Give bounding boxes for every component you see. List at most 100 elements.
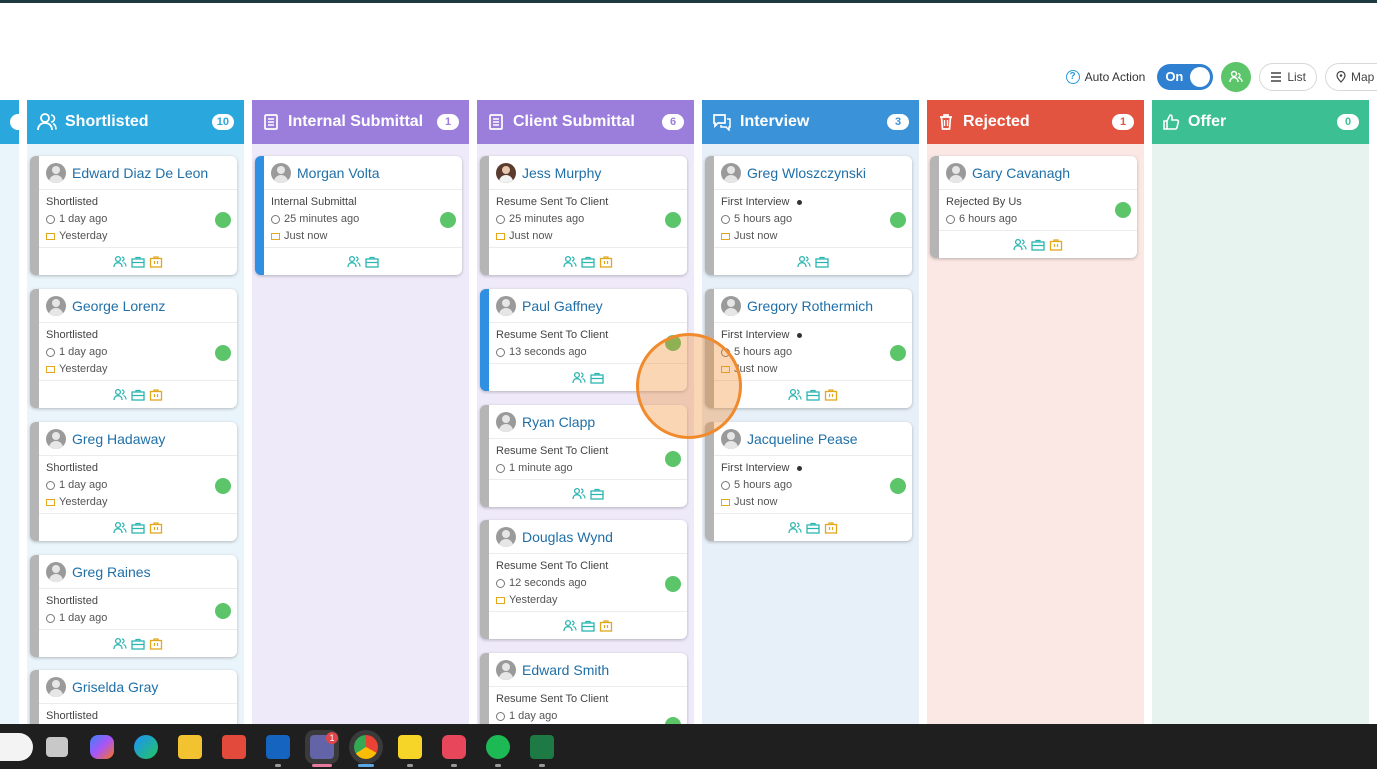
column-offer: Offer 0 bbox=[1152, 100, 1369, 724]
column-count-badge: 1 bbox=[1112, 114, 1134, 130]
briefcase-icon[interactable] bbox=[131, 388, 145, 402]
users-icon[interactable] bbox=[1013, 238, 1027, 252]
avatar bbox=[46, 295, 66, 316]
candidate-card[interactable]: Edward Smith Resume Sent To Client 1 day… bbox=[480, 653, 687, 724]
map-view-button[interactable]: Map bbox=[1325, 63, 1377, 91]
online-status-dot bbox=[890, 478, 906, 494]
candidate-card[interactable]: Douglas Wynd Resume Sent To Client 12 se… bbox=[480, 520, 687, 639]
app-s-icon[interactable] bbox=[222, 735, 246, 759]
candidate-name[interactable]: Gary Cavanagh bbox=[972, 165, 1070, 181]
users-icon[interactable] bbox=[563, 619, 577, 633]
candidate-name[interactable]: Edward Diaz De Leon bbox=[72, 165, 208, 181]
folder-icon[interactable] bbox=[149, 637, 163, 651]
clock-icon bbox=[496, 464, 505, 473]
column-header: Offer 0 bbox=[1152, 100, 1369, 144]
chrome-icon[interactable] bbox=[354, 735, 378, 759]
edge-browser-icon[interactable] bbox=[134, 735, 158, 759]
candidate-card[interactable]: Morgan Volta Internal Submittal 25 minut… bbox=[255, 156, 462, 275]
clock-icon bbox=[721, 215, 730, 224]
window-top-border bbox=[0, 0, 1377, 3]
card-time: 1 day ago bbox=[59, 612, 108, 624]
folder-icon[interactable] bbox=[149, 521, 163, 535]
candidate-card[interactable]: Jacqueline Pease First Interview 5 hours… bbox=[705, 422, 912, 541]
card-mail-time: Just now bbox=[284, 230, 328, 242]
card-status: First Interview bbox=[721, 462, 790, 474]
briefcase-icon[interactable] bbox=[815, 255, 829, 269]
users-icon[interactable] bbox=[788, 388, 802, 402]
copilot-icon[interactable] bbox=[90, 735, 114, 759]
card-time: 5 hours ago bbox=[734, 346, 793, 358]
candidate-card[interactable]: Greg Raines Shortlisted 1 day ago bbox=[30, 555, 237, 657]
candidate-card[interactable]: Edward Diaz De Leon Shortlisted 1 day ag… bbox=[30, 156, 237, 275]
folder-icon[interactable] bbox=[149, 388, 163, 402]
users-icon[interactable] bbox=[113, 255, 127, 269]
candidate-name[interactable]: Ryan Clapp bbox=[522, 414, 595, 430]
briefcase-icon[interactable] bbox=[1031, 238, 1045, 252]
mail-icon bbox=[496, 233, 505, 240]
candidate-name[interactable]: Edward Smith bbox=[522, 662, 609, 678]
candidate-name[interactable]: Paul Gaffney bbox=[522, 298, 603, 314]
users-icon[interactable] bbox=[113, 388, 127, 402]
candidate-card[interactable]: George Lorenz Shortlisted 1 day ago Yest… bbox=[30, 289, 237, 408]
candidate-name[interactable]: Gregory Rothermich bbox=[747, 298, 873, 314]
users-icon[interactable] bbox=[113, 521, 127, 535]
briefcase-icon[interactable] bbox=[590, 371, 604, 385]
column-title: Rejected bbox=[963, 113, 1030, 130]
candidate-name[interactable]: George Lorenz bbox=[72, 298, 165, 314]
avatar bbox=[496, 526, 516, 547]
briefcase-icon[interactable] bbox=[131, 255, 145, 269]
candidate-name[interactable]: Greg Hadaway bbox=[72, 431, 165, 447]
file-explorer-icon[interactable] bbox=[178, 735, 202, 759]
candidate-name[interactable]: Douglas Wynd bbox=[522, 529, 613, 545]
briefcase-icon[interactable] bbox=[581, 255, 595, 269]
briefcase-icon[interactable] bbox=[806, 521, 820, 535]
candidate-name[interactable]: Morgan Volta bbox=[297, 165, 380, 181]
candidate-card[interactable]: Greg Hadaway Shortlisted 1 day ago Yeste… bbox=[30, 422, 237, 541]
spotify-icon[interactable] bbox=[486, 735, 510, 759]
briefcase-icon[interactable] bbox=[131, 637, 145, 651]
candidate-card[interactable]: Griselda Gray Shortlisted bbox=[30, 670, 237, 724]
users-icon[interactable] bbox=[347, 255, 361, 269]
online-status-dot bbox=[890, 212, 906, 228]
clock-icon bbox=[496, 712, 505, 721]
candidate-name[interactable]: Greg Raines bbox=[72, 564, 151, 580]
taskbar-search[interactable] bbox=[0, 733, 33, 761]
folder-icon[interactable] bbox=[824, 521, 838, 535]
candidate-name[interactable]: Greg Wloszczynski bbox=[747, 165, 866, 181]
briefcase-icon[interactable] bbox=[581, 619, 595, 633]
briefcase-icon[interactable] bbox=[365, 255, 379, 269]
candidate-card[interactable]: Gary Cavanagh Rejected By Us 6 hours ago bbox=[930, 156, 1137, 258]
list-view-button[interactable]: List bbox=[1259, 63, 1317, 91]
folder-icon[interactable] bbox=[599, 619, 613, 633]
candidate-name[interactable]: Jess Murphy bbox=[522, 165, 601, 181]
outlook-icon[interactable] bbox=[266, 735, 290, 759]
candidate-card[interactable]: Jess Murphy Resume Sent To Client 25 min… bbox=[480, 156, 687, 275]
candidate-card[interactable]: Greg Wloszczynski First Interview 5 hour… bbox=[705, 156, 912, 275]
column-count-badge: 0 bbox=[1337, 114, 1359, 130]
app-red-icon[interactable] bbox=[442, 735, 466, 759]
users-icon[interactable] bbox=[797, 255, 811, 269]
candidate-name[interactable]: Griselda Gray bbox=[72, 679, 158, 695]
users-icon[interactable] bbox=[788, 521, 802, 535]
mail-icon bbox=[46, 233, 55, 240]
briefcase-icon[interactable] bbox=[806, 388, 820, 402]
auto-action-toggle[interactable]: On bbox=[1157, 64, 1214, 90]
folder-icon[interactable] bbox=[149, 255, 163, 269]
users-icon[interactable] bbox=[563, 255, 577, 269]
users-icon[interactable] bbox=[572, 371, 586, 385]
card-time: 13 seconds ago bbox=[509, 346, 587, 358]
folder-icon[interactable] bbox=[1049, 238, 1063, 252]
online-status-dot bbox=[665, 212, 681, 228]
candidate-name[interactable]: Jacqueline Pease bbox=[747, 431, 858, 447]
task-view-icon[interactable] bbox=[46, 737, 68, 757]
users-icon[interactable] bbox=[572, 487, 586, 501]
folder-icon[interactable] bbox=[599, 255, 613, 269]
help-icon[interactable]: ? bbox=[1065, 70, 1080, 84]
assign-user-button[interactable] bbox=[1221, 62, 1252, 92]
briefcase-icon[interactable] bbox=[590, 487, 604, 501]
briefcase-icon[interactable] bbox=[131, 521, 145, 535]
sticky-notes-icon[interactable] bbox=[398, 735, 422, 759]
users-icon[interactable] bbox=[113, 637, 127, 651]
excel-icon[interactable] bbox=[530, 735, 554, 759]
folder-icon[interactable] bbox=[824, 388, 838, 402]
